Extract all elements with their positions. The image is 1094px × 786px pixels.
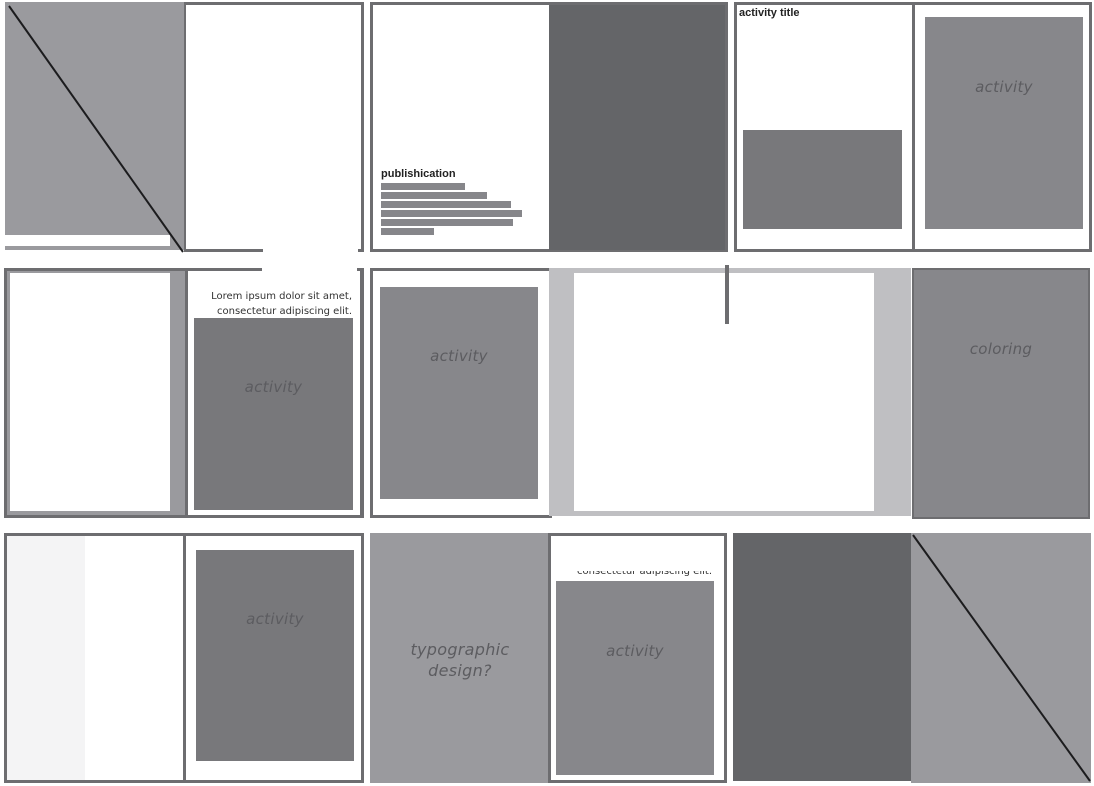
title-bar-6 [381,228,434,235]
foldout-marker [725,265,729,324]
title-bar-3 [381,201,511,208]
activity-box [380,287,538,499]
activity-label: activity [975,78,1033,96]
activity-image-block [743,130,902,229]
row3-pale-strip [7,536,85,780]
activity-box [194,318,353,510]
publication-title: publishication [381,168,456,180]
row2-top-gap [262,266,357,272]
row3-divider [183,533,186,783]
activity-label: activity [246,610,304,628]
title-bar-1 [381,183,465,190]
row2-left-blank-page [10,273,170,511]
lorem-text-line-2: consectetur adipiscing elit. [217,306,352,317]
publication-dark-page [549,5,725,250]
lorem-text-line-1: Lorem ipsum dolor sit amet, [211,291,352,302]
activity-label: activity [606,642,664,660]
back-cover-dark-page [733,533,911,781]
spread-divider [912,2,915,252]
title-bar-4 [381,210,522,217]
activity-box [556,581,714,775]
back-cover-diagonal-line [912,534,1091,782]
coloring-label: coloring [969,340,1033,358]
coloring-page [912,268,1090,519]
title-bar-5 [381,219,513,226]
cover-diagonal-line [8,5,184,253]
activity-label: activity [244,378,303,396]
foldout-blank-area [574,273,874,511]
title-bar-2 [381,192,487,199]
activity-box [925,17,1083,229]
typographic-label-line-2: design? [428,661,492,680]
activity-box [196,550,354,761]
cropped-text: consectetur adipiscing elit. [577,571,712,577]
activity-label: activity [430,347,488,365]
activity-title: activity title [739,7,800,19]
cover-right-page [184,2,364,252]
typographic-label-line-1: typographic [410,640,510,659]
